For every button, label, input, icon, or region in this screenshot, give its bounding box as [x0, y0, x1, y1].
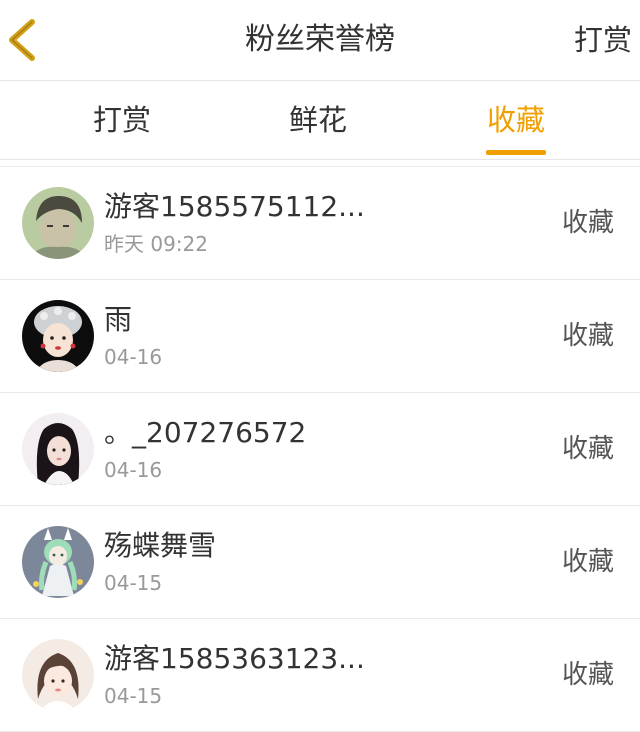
tab-label: 收藏: [486, 103, 545, 137]
user-name: 游客1585575112...: [104, 190, 365, 223]
user-name: 雨: [104, 303, 133, 336]
timestamp: 04-16: [104, 345, 163, 369]
list-item[interactable]: 雨 04-16 收藏: [0, 280, 640, 393]
action-label: 收藏: [561, 547, 614, 577]
timestamp: 昨天 09:22: [104, 232, 208, 256]
tab-bar: 打赏 鲜花 收藏: [0, 81, 640, 160]
tab-flowers[interactable]: 鲜花: [288, 81, 348, 159]
avatar-opera-girl-icon: [22, 300, 94, 372]
top-bar: 粉丝荣誉榜 打赏: [0, 0, 640, 81]
reward-button[interactable]: 打赏: [574, 0, 632, 80]
timestamp: 04-16: [104, 458, 163, 482]
action-label: 收藏: [561, 434, 614, 464]
tab-reward[interactable]: 打赏: [92, 81, 152, 159]
tab-label: 鲜花: [288, 103, 347, 137]
page-title: 粉丝荣誉榜: [245, 22, 395, 57]
user-name: 。_207276572: [104, 416, 307, 449]
avatar-girl-dark-hair-icon: [22, 413, 94, 485]
back-button[interactable]: [4, 16, 40, 64]
tab-label: 打赏: [92, 103, 151, 137]
fan-list: 游客1585575112... 昨天 09:22 收藏 雨 04-16 收藏 。…: [0, 166, 640, 732]
action-label: 收藏: [561, 208, 614, 238]
list-item[interactable]: 游客1585363123... 04-15 收藏: [0, 619, 640, 732]
list-item[interactable]: 殇蝶舞雪 04-15 收藏: [0, 506, 640, 619]
user-name: 殇蝶舞雪: [104, 529, 217, 562]
chevron-left-icon: [9, 19, 35, 61]
action-label: 收藏: [561, 321, 614, 351]
avatar-anime-girl-icon: [22, 526, 94, 598]
timestamp: 04-15: [104, 684, 163, 708]
action-label: 收藏: [561, 660, 614, 690]
user-name: 游客1585363123...: [104, 642, 365, 675]
list-item[interactable]: 。_207276572 04-16 收藏: [0, 393, 640, 506]
avatar-boy-icon: [22, 187, 94, 259]
avatar-girl-light-icon: [22, 639, 94, 711]
active-tab-indicator: [486, 150, 546, 155]
list-item[interactable]: 游客1585575112... 昨天 09:22 收藏: [0, 167, 640, 280]
tab-favorites[interactable]: 收藏: [486, 81, 546, 159]
timestamp: 04-15: [104, 571, 163, 595]
